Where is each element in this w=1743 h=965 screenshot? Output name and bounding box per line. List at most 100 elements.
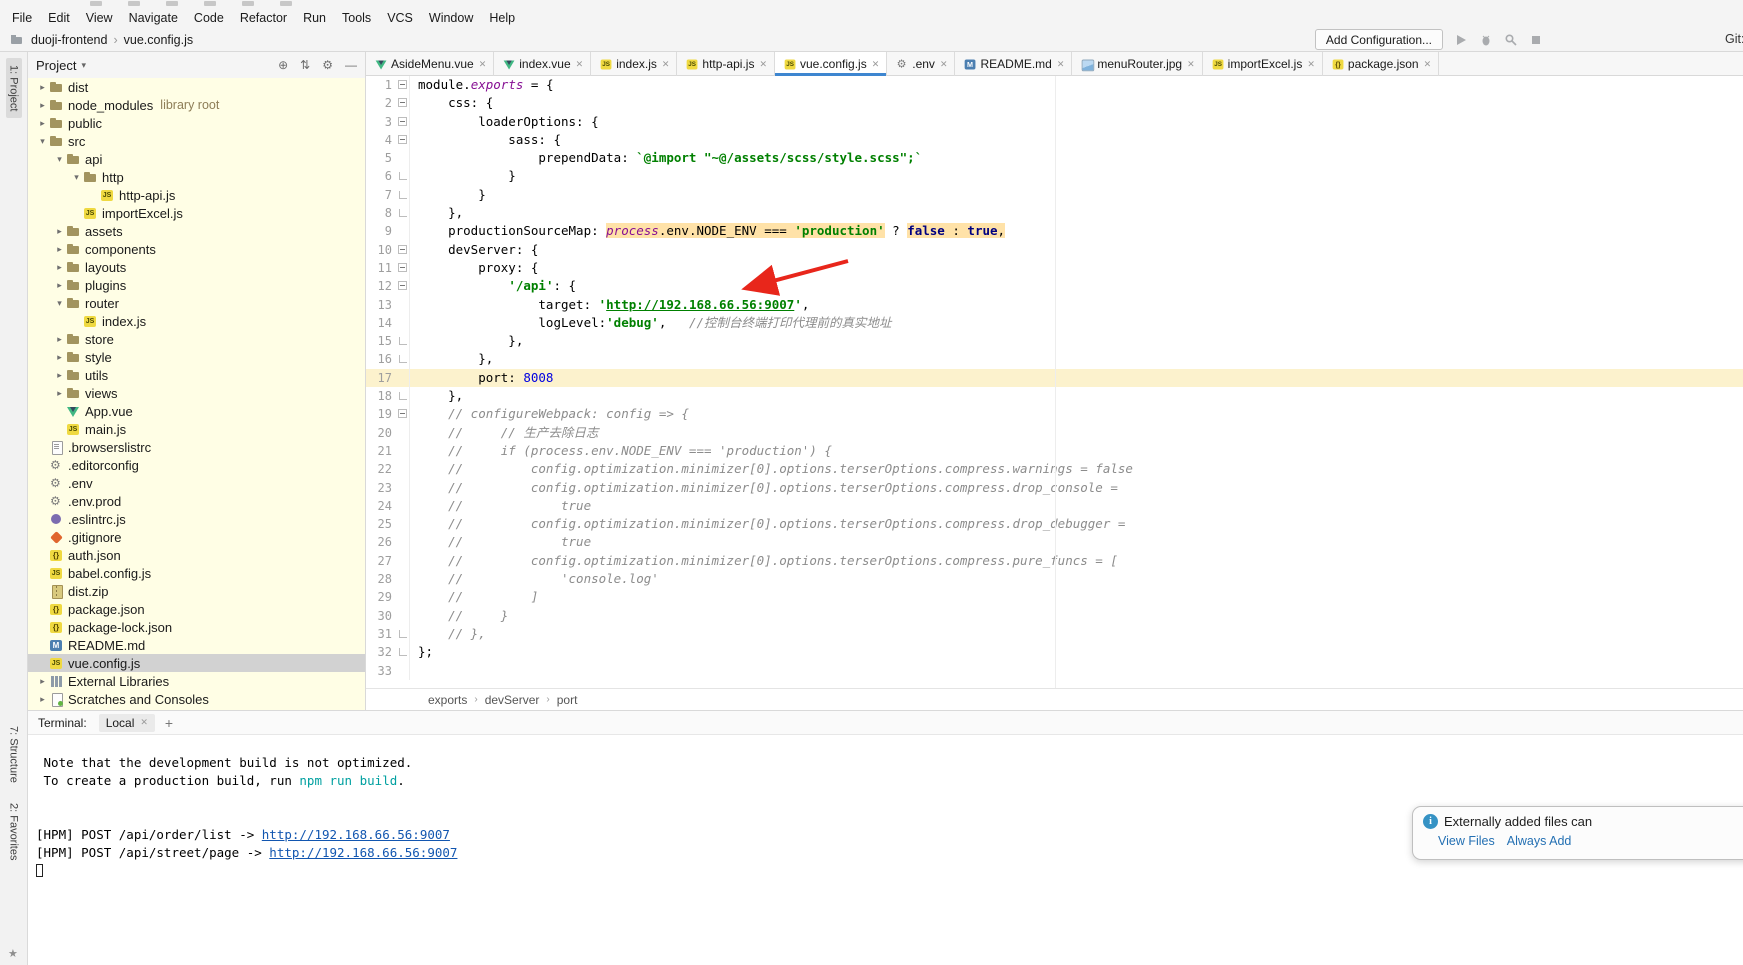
editor-tab-asidemenu-vue[interactable]: AsideMenu.vue✕	[366, 52, 494, 76]
tree-item-package-json[interactable]: package.json	[28, 600, 365, 618]
notification-action-view-files[interactable]: View Files	[1438, 834, 1495, 848]
menu-item-refactor[interactable]: Refactor	[232, 8, 295, 28]
terminal-link[interactable]: http://192.168.66.56:9007	[269, 845, 457, 860]
run-icon[interactable]	[1454, 33, 1468, 47]
editor-breadcrumb-port[interactable]: port	[557, 693, 578, 707]
tool-window-button-7-structure[interactable]: 7: Structure	[6, 719, 22, 790]
tree-item-vue-config-js[interactable]: vue.config.js	[28, 654, 365, 672]
chevron-collapsed-icon[interactable]: ▸	[53, 334, 66, 345]
tree-item-utils[interactable]: ▸utils	[28, 366, 365, 384]
chevron-collapsed-icon[interactable]: ▸	[53, 226, 66, 237]
fold-end-icon[interactable]	[396, 625, 410, 643]
tree-item-babel-config-js[interactable]: babel.config.js	[28, 564, 365, 582]
tree-item-assets[interactable]: ▸assets	[28, 222, 365, 240]
editor-tab-menurouter-jpg[interactable]: menuRouter.jpg✕	[1072, 52, 1202, 76]
chevron-collapsed-icon[interactable]: ▸	[53, 262, 66, 273]
editor-tab-readme-md[interactable]: README.md✕	[955, 52, 1072, 76]
menu-item-navigate[interactable]: Navigate	[121, 8, 186, 28]
project-panel-title[interactable]: Project	[36, 58, 76, 73]
chevron-down-icon[interactable]: ▾	[81, 60, 86, 71]
fold-end-icon[interactable]	[396, 643, 410, 661]
fold-start-icon[interactable]	[396, 76, 410, 94]
tree-item-index-js[interactable]: index.js	[28, 312, 365, 330]
tab-close-icon[interactable]: ✕	[661, 59, 671, 70]
editor-tab-importexcel-js[interactable]: importExcel.js✕	[1203, 52, 1323, 76]
tree-item-browserslistrc[interactable]: .browserslistrc	[28, 438, 365, 456]
add-configuration-button[interactable]: Add Configuration...	[1315, 29, 1443, 50]
menu-item-view[interactable]: View	[78, 8, 121, 28]
tree-item-eslintrc-js[interactable]: .eslintrc.js	[28, 510, 365, 528]
chevron-collapsed-icon[interactable]: ▸	[36, 100, 49, 111]
editor-tab-vue-config-js[interactable]: vue.config.js✕	[775, 52, 887, 76]
tree-item-http[interactable]: ▾http	[28, 168, 365, 186]
breadcrumb-item-duoji-frontend[interactable]: duoji-frontend	[29, 33, 109, 47]
tool-window-button-1-project[interactable]: 1: Project	[6, 58, 22, 118]
tree-item-plugins[interactable]: ▸plugins	[28, 276, 365, 294]
locate-file-icon[interactable]: ⊕	[278, 58, 288, 72]
tree-item-importexcel-js[interactable]: importExcel.js	[28, 204, 365, 222]
tree-item-http-api-js[interactable]: http-api.js	[28, 186, 365, 204]
fold-start-icon[interactable]	[396, 94, 410, 112]
fold-start-icon[interactable]	[396, 131, 410, 149]
tool-window-button-2-favorites[interactable]: 2: Favorites	[6, 796, 22, 867]
terminal-link[interactable]: http://192.168.66.56:9007	[262, 827, 450, 842]
tree-item-external-libraries[interactable]: ▸External Libraries	[28, 672, 365, 690]
stop-icon[interactable]	[1529, 33, 1543, 47]
chevron-collapsed-icon[interactable]: ▸	[36, 82, 49, 93]
chevron-expanded-icon[interactable]: ▾	[70, 172, 83, 183]
tree-item-gitignore[interactable]: .gitignore	[28, 528, 365, 546]
editor-tab-package-json[interactable]: package.json✕	[1323, 52, 1439, 76]
git-widget[interactable]: Git:	[1725, 32, 1743, 46]
chevron-collapsed-icon[interactable]: ▸	[53, 352, 66, 363]
breadcrumb-item-vue-config-js[interactable]: vue.config.js	[122, 33, 195, 47]
tree-item-readme-md[interactable]: README.md	[28, 636, 365, 654]
tree-item-auth-json[interactable]: auth.json	[28, 546, 365, 564]
menu-item-file[interactable]: File	[4, 8, 40, 28]
tab-close-icon[interactable]: ✕	[939, 59, 949, 70]
chevron-collapsed-icon[interactable]: ▸	[53, 244, 66, 255]
close-icon[interactable]: ✕	[140, 717, 148, 728]
editor-tab-env[interactable]: .env✕	[887, 52, 955, 76]
fold-start-icon[interactable]	[396, 277, 410, 295]
chevron-collapsed-icon[interactable]: ▸	[53, 370, 66, 381]
notification-action-always-add[interactable]: Always Add	[1507, 834, 1572, 848]
tab-close-icon[interactable]: ✕	[478, 59, 488, 70]
search-icon[interactable]	[1504, 33, 1518, 47]
tree-item-env-prod[interactable]: .env.prod	[28, 492, 365, 510]
settings-gear-icon[interactable]: ⚙	[322, 58, 333, 72]
tree-item-layouts[interactable]: ▸layouts	[28, 258, 365, 276]
fold-end-icon[interactable]	[396, 350, 410, 368]
tree-item-style[interactable]: ▸style	[28, 348, 365, 366]
tree-item-scratches-and-consoles[interactable]: ▸Scratches and Consoles	[28, 690, 365, 708]
tree-item-main-js[interactable]: main.js	[28, 420, 365, 438]
chevron-collapsed-icon[interactable]: ▸	[36, 118, 49, 129]
tree-item-dist[interactable]: ▸dist	[28, 78, 365, 96]
tree-item-editorconfig[interactable]: .editorconfig	[28, 456, 365, 474]
chevron-expanded-icon[interactable]: ▾	[53, 154, 66, 165]
collapse-all-icon[interactable]: ⇅	[300, 58, 310, 72]
hide-panel-icon[interactable]: —	[345, 58, 357, 72]
tree-item-app-vue[interactable]: App.vue	[28, 402, 365, 420]
fold-end-icon[interactable]	[396, 332, 410, 350]
menu-item-edit[interactable]: Edit	[40, 8, 78, 28]
tab-close-icon[interactable]: ✕	[1423, 59, 1433, 70]
new-terminal-button[interactable]: +	[165, 715, 173, 731]
tab-close-icon[interactable]: ✕	[871, 59, 881, 70]
tree-item-package-lock-json[interactable]: package-lock.json	[28, 618, 365, 636]
tab-close-icon[interactable]: ✕	[1186, 59, 1196, 70]
fold-start-icon[interactable]	[396, 259, 410, 277]
chevron-expanded-icon[interactable]: ▾	[36, 136, 49, 147]
tree-item-api[interactable]: ▾api	[28, 150, 365, 168]
chevron-collapsed-icon[interactable]: ▸	[53, 280, 66, 291]
tree-item-store[interactable]: ▸store	[28, 330, 365, 348]
tree-item-node-modules[interactable]: ▸node_moduleslibrary root	[28, 96, 365, 114]
fold-end-icon[interactable]	[396, 186, 410, 204]
tree-item-dist-zip[interactable]: dist.zip	[28, 582, 365, 600]
code-editor[interactable]: 1module.exports = {2 css: {3 loaderOptio…	[366, 76, 1743, 688]
editor-tab-index-vue[interactable]: index.vue✕	[494, 52, 591, 76]
tab-close-icon[interactable]: ✕	[758, 59, 768, 70]
editor-tab-index-js[interactable]: index.js✕	[591, 52, 677, 76]
editor-breadcrumb-devserver[interactable]: devServer	[485, 693, 540, 707]
terminal-tab-local[interactable]: Local ✕	[99, 714, 155, 732]
tab-close-icon[interactable]: ✕	[1056, 59, 1066, 70]
